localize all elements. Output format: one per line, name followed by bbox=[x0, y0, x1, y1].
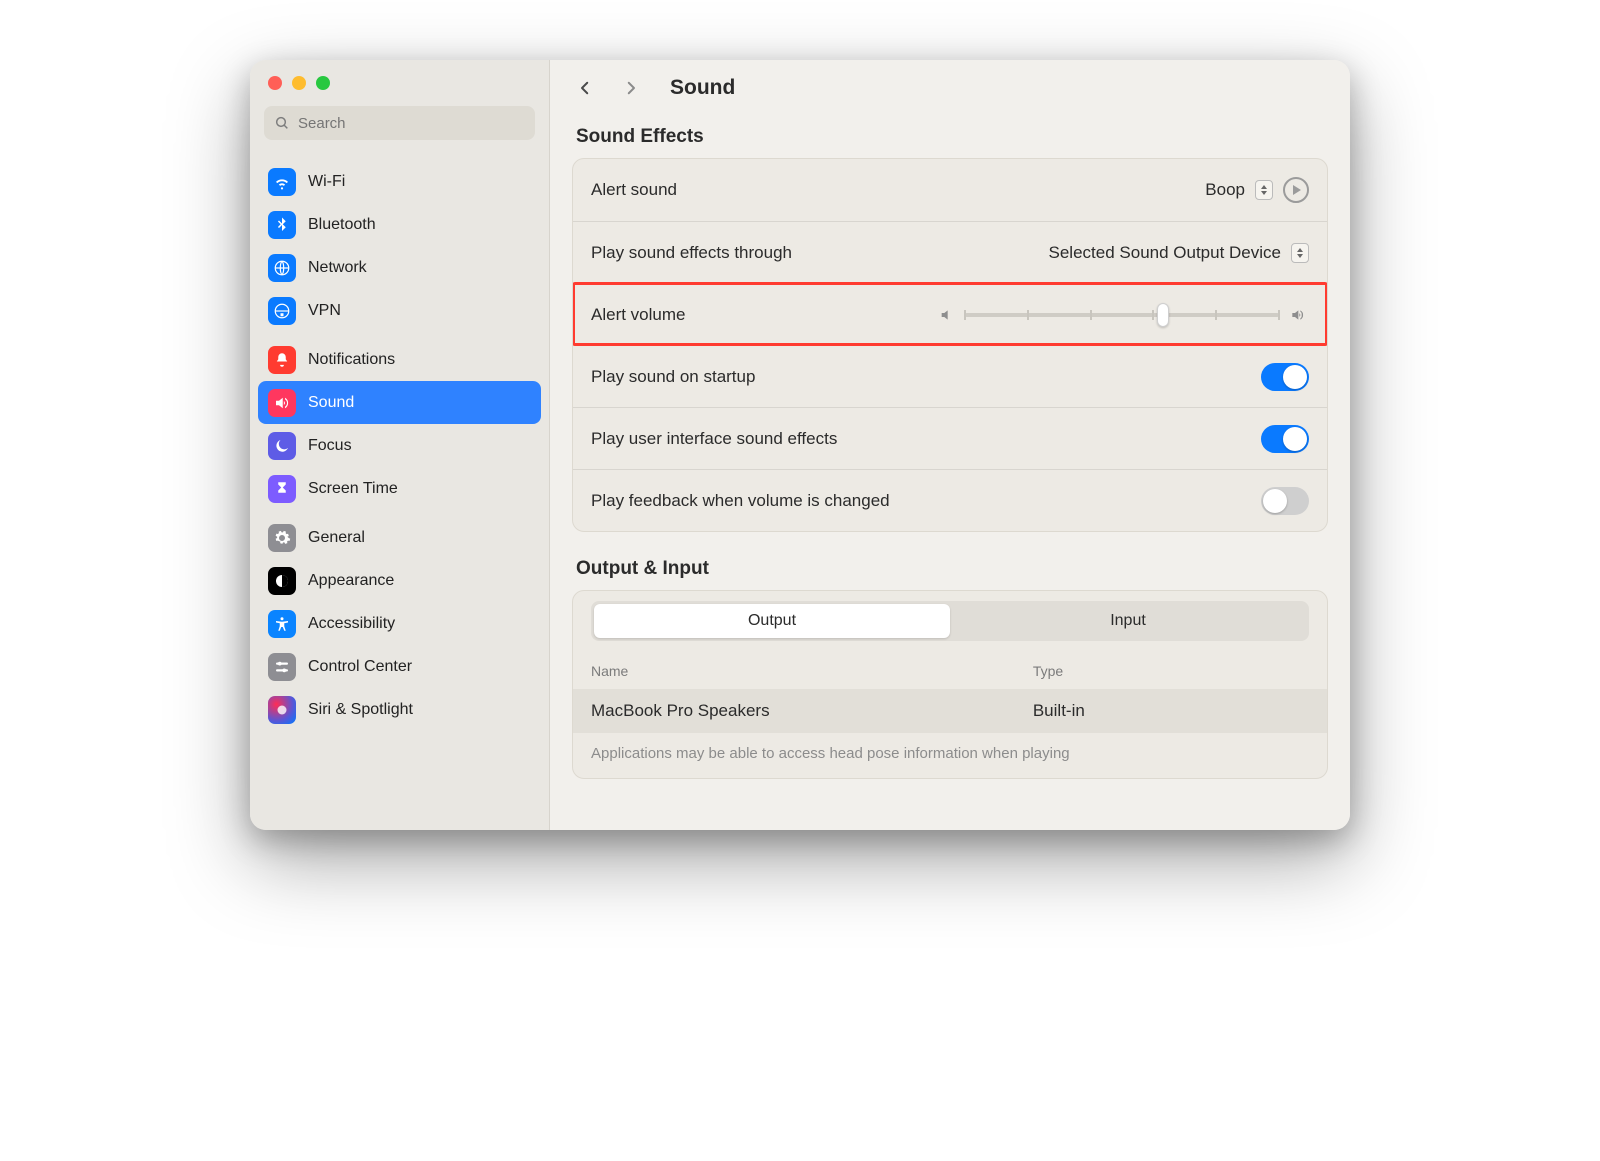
play-alert-sound-button[interactable] bbox=[1283, 177, 1309, 203]
output-input-segmented-control: Output Input bbox=[591, 601, 1309, 641]
search-input[interactable] bbox=[264, 106, 535, 140]
page-title: Sound bbox=[670, 76, 735, 100]
sliders-icon bbox=[268, 653, 296, 681]
sidebar-item-bluetooth[interactable]: Bluetooth bbox=[258, 203, 541, 246]
sound-icon bbox=[268, 389, 296, 417]
label-play-through: Play sound effects through bbox=[591, 243, 792, 263]
stepper-icon[interactable] bbox=[1291, 243, 1309, 263]
sidebar-item-label: Appearance bbox=[308, 572, 394, 590]
hourglass-icon bbox=[268, 475, 296, 503]
sidebar-item-focus[interactable]: Focus bbox=[258, 424, 541, 467]
sidebar-item-control-center[interactable]: Control Center bbox=[258, 645, 541, 688]
sidebar-list: Wi-Fi Bluetooth Network VPN bbox=[250, 152, 549, 733]
sidebar-item-label: Wi-Fi bbox=[308, 173, 345, 191]
row-startup: Play sound on startup bbox=[573, 345, 1327, 407]
label-alert-volume: Alert volume bbox=[591, 305, 685, 325]
row-feedback: Play feedback when volume is changed bbox=[573, 469, 1327, 531]
tab-output[interactable]: Output bbox=[594, 604, 950, 638]
toggle-volume-feedback[interactable] bbox=[1261, 487, 1309, 515]
toggle-ui-sound-effects[interactable] bbox=[1261, 425, 1309, 453]
stepper-icon[interactable] bbox=[1255, 180, 1273, 200]
sidebar-item-accessibility[interactable]: Accessibility bbox=[258, 602, 541, 645]
bluetooth-icon bbox=[268, 211, 296, 239]
sidebar-item-screen-time[interactable]: Screen Time bbox=[258, 467, 541, 510]
column-name: Name bbox=[591, 663, 1033, 679]
alert-volume-slider[interactable] bbox=[965, 303, 1279, 327]
moon-icon bbox=[268, 432, 296, 460]
volume-low-icon bbox=[939, 307, 955, 323]
alert-sound-dropdown[interactable]: Boop bbox=[1205, 180, 1245, 200]
sidebar-item-label: VPN bbox=[308, 302, 341, 320]
main-panel: Sound Sound Effects Alert sound Boop Pla… bbox=[550, 60, 1350, 830]
section-title-sound-effects: Sound Effects bbox=[576, 126, 1324, 148]
settings-window: Wi-Fi Bluetooth Network VPN bbox=[250, 60, 1350, 830]
sidebar: Wi-Fi Bluetooth Network VPN bbox=[250, 60, 550, 830]
sidebar-item-label: Control Center bbox=[308, 658, 412, 676]
label-startup: Play sound on startup bbox=[591, 367, 755, 387]
device-name: MacBook Pro Speakers bbox=[591, 701, 1033, 721]
accessibility-icon bbox=[268, 610, 296, 638]
row-play-through: Play sound effects through Selected Soun… bbox=[573, 221, 1327, 283]
label-feedback: Play feedback when volume is changed bbox=[591, 491, 890, 511]
search-field-wrap bbox=[264, 106, 535, 140]
sidebar-item-label: Sound bbox=[308, 394, 354, 412]
sidebar-item-label: Accessibility bbox=[308, 615, 395, 633]
sidebar-item-siri-spotlight[interactable]: Siri & Spotlight bbox=[258, 688, 541, 731]
output-input-card: Output Input Name Type MacBook Pro Speak… bbox=[572, 590, 1328, 779]
section-title-output-input: Output & Input bbox=[576, 558, 1324, 580]
toggle-play-sound-on-startup[interactable] bbox=[1261, 363, 1309, 391]
label-ui-sounds: Play user interface sound effects bbox=[591, 429, 837, 449]
tab-input[interactable]: Input bbox=[950, 604, 1306, 638]
siri-icon bbox=[268, 696, 296, 724]
row-ui-sounds: Play user interface sound effects bbox=[573, 407, 1327, 469]
row-alert-volume: Alert volume bbox=[573, 283, 1327, 345]
close-window-button[interactable] bbox=[268, 76, 282, 90]
device-type: Built-in bbox=[1033, 701, 1309, 721]
sidebar-item-label: Network bbox=[308, 259, 367, 277]
device-hint-text: Applications may be able to access head … bbox=[573, 733, 1327, 778]
play-through-dropdown[interactable]: Selected Sound Output Device bbox=[1049, 243, 1281, 263]
sidebar-item-appearance[interactable]: Appearance bbox=[258, 559, 541, 602]
topbar: Sound bbox=[550, 60, 1350, 116]
minimize-window-button[interactable] bbox=[292, 76, 306, 90]
sidebar-item-label: Focus bbox=[308, 437, 352, 455]
back-button[interactable] bbox=[572, 72, 598, 104]
sidebar-item-sound[interactable]: Sound bbox=[258, 381, 541, 424]
window-controls bbox=[250, 60, 549, 100]
sidebar-item-label: Screen Time bbox=[308, 480, 398, 498]
sidebar-item-label: General bbox=[308, 529, 365, 547]
forward-button[interactable] bbox=[618, 72, 644, 104]
sidebar-item-notifications[interactable]: Notifications bbox=[258, 338, 541, 381]
sidebar-item-label: Notifications bbox=[308, 351, 395, 369]
search-icon bbox=[274, 115, 290, 131]
appearance-icon bbox=[268, 567, 296, 595]
bell-icon bbox=[268, 346, 296, 374]
sidebar-item-wifi[interactable]: Wi-Fi bbox=[258, 160, 541, 203]
row-alert-sound: Alert sound Boop bbox=[573, 159, 1327, 221]
label-alert-sound: Alert sound bbox=[591, 180, 677, 200]
gear-icon bbox=[268, 524, 296, 552]
sound-effects-card: Alert sound Boop Play sound effects thro… bbox=[572, 158, 1328, 532]
column-type: Type bbox=[1033, 663, 1309, 679]
wifi-icon bbox=[268, 168, 296, 196]
sidebar-item-network[interactable]: Network bbox=[258, 246, 541, 289]
device-table-header: Name Type bbox=[573, 653, 1327, 689]
fullscreen-window-button[interactable] bbox=[316, 76, 330, 90]
sidebar-item-label: Bluetooth bbox=[308, 216, 376, 234]
sidebar-item-label: Siri & Spotlight bbox=[308, 701, 413, 719]
volume-high-icon bbox=[1289, 307, 1309, 323]
vpn-icon bbox=[268, 297, 296, 325]
sidebar-item-vpn[interactable]: VPN bbox=[258, 289, 541, 332]
sidebar-item-general[interactable]: General bbox=[258, 516, 541, 559]
globe-icon bbox=[268, 254, 296, 282]
device-row[interactable]: MacBook Pro Speakers Built-in bbox=[573, 689, 1327, 733]
